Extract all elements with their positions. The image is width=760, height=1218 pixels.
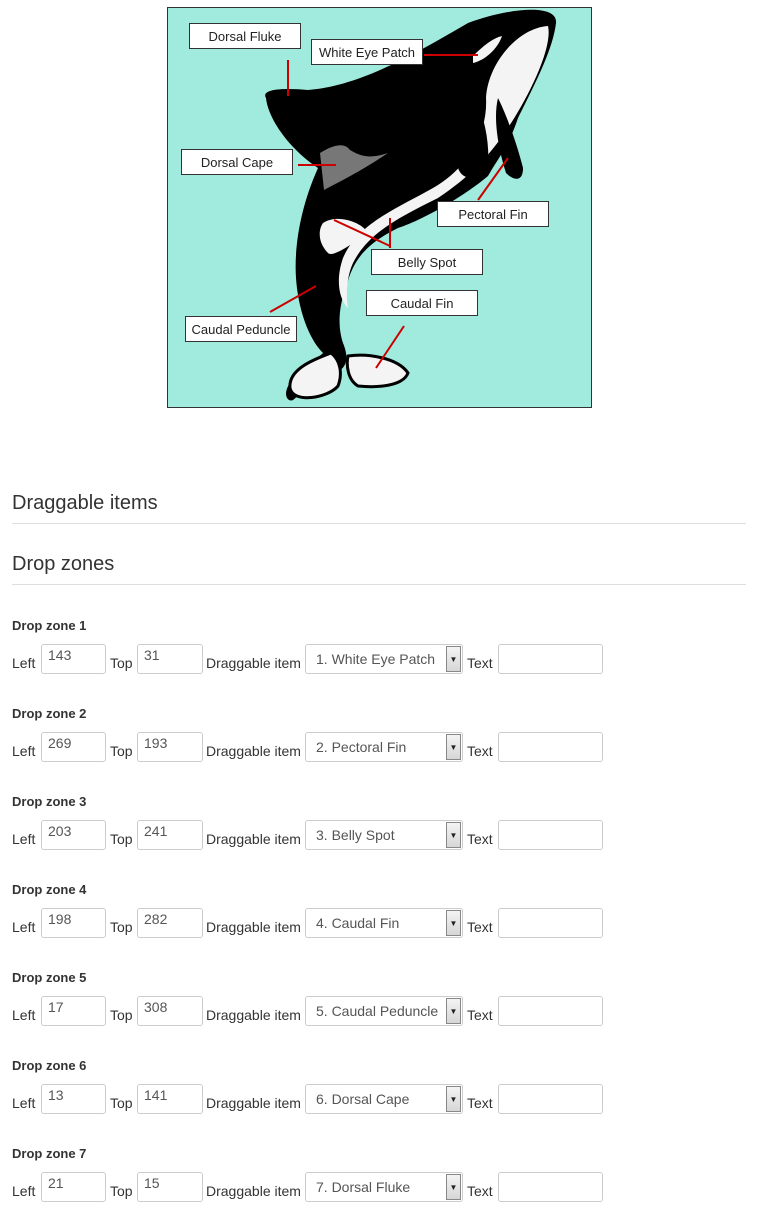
top-input[interactable] <box>137 820 203 850</box>
text-input[interactable] <box>498 996 603 1026</box>
left-label: Left <box>12 1007 36 1023</box>
drop-zone-row: Left Top Draggable item 6. Dorsal Cape ▼… <box>12 1084 752 1114</box>
drop-zone-title: Drop zone 3 <box>12 794 87 809</box>
chevron-down-icon[interactable]: ▼ <box>446 998 461 1024</box>
left-label: Left <box>12 1183 36 1199</box>
draggable-item-label: Draggable item <box>206 655 301 671</box>
drop-zone-row: Left Top Draggable item 1. White Eye Pat… <box>12 644 752 674</box>
drop-zone-row: Left Top Draggable item 3. Belly Spot ▼ … <box>12 820 752 850</box>
top-input[interactable] <box>137 1084 203 1114</box>
draggable-item-select[interactable]: 2. Pectoral Fin ▼ <box>305 732 463 762</box>
label-caudal-peduncle[interactable]: Caudal Peduncle <box>185 316 297 342</box>
drop-zone-row: Left Top Draggable item 4. Caudal Fin ▼ … <box>12 908 752 938</box>
left-label: Left <box>12 919 36 935</box>
chevron-down-icon[interactable]: ▼ <box>446 910 461 936</box>
text-label: Text <box>467 655 493 671</box>
drop-zone-row: Left Top Draggable item 7. Dorsal Fluke … <box>12 1172 752 1202</box>
drop-zone-title: Drop zone 4 <box>12 882 87 897</box>
label-dorsal-fluke[interactable]: Dorsal Fluke <box>189 23 301 49</box>
label-white-eye-patch[interactable]: White Eye Patch <box>311 39 423 65</box>
chevron-down-icon[interactable]: ▼ <box>446 1086 461 1112</box>
chevron-down-icon[interactable]: ▼ <box>446 822 461 848</box>
left-input[interactable] <box>41 908 106 938</box>
orca-diagram-preview: Dorsal Fluke White Eye Patch Dorsal Cape… <box>167 7 592 408</box>
drop-zone-title: Drop zone 7 <box>12 1146 87 1161</box>
text-label: Text <box>467 1095 493 1111</box>
top-input[interactable] <box>137 732 203 762</box>
draggable-item-value: 1. White Eye Patch <box>316 651 436 667</box>
drop-zones-heading: Drop zones <box>12 553 746 585</box>
left-label: Left <box>12 831 36 847</box>
text-input[interactable] <box>498 1172 603 1202</box>
text-label: Text <box>467 1183 493 1199</box>
text-input[interactable] <box>498 644 603 674</box>
top-label: Top <box>110 919 133 935</box>
text-label: Text <box>467 919 493 935</box>
draggable-item-select[interactable]: 4. Caudal Fin ▼ <box>305 908 463 938</box>
chevron-down-icon[interactable]: ▼ <box>446 734 461 760</box>
draggable-item-label: Draggable item <box>206 1183 301 1199</box>
top-input[interactable] <box>137 644 203 674</box>
draggable-item-value: 2. Pectoral Fin <box>316 739 407 755</box>
text-label: Text <box>467 743 493 759</box>
draggable-item-label: Draggable item <box>206 1095 301 1111</box>
top-input[interactable] <box>137 1172 203 1202</box>
draggable-item-label: Draggable item <box>206 831 301 847</box>
draggable-item-value: 4. Caudal Fin <box>316 915 400 931</box>
drop-zone-row: Left Top Draggable item 5. Caudal Pedunc… <box>12 996 752 1026</box>
top-input[interactable] <box>137 908 203 938</box>
draggable-item-label: Draggable item <box>206 743 301 759</box>
draggable-item-value: 3. Belly Spot <box>316 827 395 843</box>
top-input[interactable] <box>137 996 203 1026</box>
chevron-down-icon[interactable]: ▼ <box>446 1174 461 1200</box>
left-input[interactable] <box>41 996 106 1026</box>
draggable-item-value: 5. Caudal Peduncle <box>316 1003 439 1019</box>
left-input[interactable] <box>41 1172 106 1202</box>
draggable-item-label: Draggable item <box>206 919 301 935</box>
left-label: Left <box>12 743 36 759</box>
drop-zone-title: Drop zone 5 <box>12 970 87 985</box>
text-input[interactable] <box>498 1084 603 1114</box>
label-caudal-fin[interactable]: Caudal Fin <box>366 290 478 316</box>
tail-fluke-left <box>288 351 342 400</box>
draggable-item-value: 7. Dorsal Fluke <box>316 1179 411 1195</box>
left-input[interactable] <box>41 644 106 674</box>
draggable-item-select[interactable]: 7. Dorsal Fluke ▼ <box>305 1172 463 1202</box>
drop-zone-title: Drop zone 2 <box>12 706 87 721</box>
draggable-item-select[interactable]: 6. Dorsal Cape ▼ <box>305 1084 463 1114</box>
drop-zone-row: Left Top Draggable item 2. Pectoral Fin … <box>12 732 752 762</box>
text-input[interactable] <box>498 908 603 938</box>
left-input[interactable] <box>41 732 106 762</box>
draggable-item-select[interactable]: 3. Belly Spot ▼ <box>305 820 463 850</box>
top-label: Top <box>110 1007 133 1023</box>
text-input[interactable] <box>498 820 603 850</box>
top-label: Top <box>110 1183 133 1199</box>
draggable-item-label: Draggable item <box>206 1007 301 1023</box>
drop-zone-title: Drop zone 1 <box>12 618 87 633</box>
left-label: Left <box>12 1095 36 1111</box>
chevron-down-icon[interactable]: ▼ <box>446 646 461 672</box>
top-label: Top <box>110 655 133 671</box>
text-label: Text <box>467 1007 493 1023</box>
drop-zone-title: Drop zone 6 <box>12 1058 87 1073</box>
draggable-item-value: 6. Dorsal Cape <box>316 1091 410 1107</box>
draggable-items-heading: Draggable items <box>12 492 746 524</box>
label-pectoral-fin[interactable]: Pectoral Fin <box>437 201 549 227</box>
tail-fluke-right <box>345 353 410 389</box>
draggable-item-select[interactable]: 5. Caudal Peduncle ▼ <box>305 996 463 1026</box>
top-label: Top <box>110 1095 133 1111</box>
label-dorsal-cape[interactable]: Dorsal Cape <box>181 149 293 175</box>
left-input[interactable] <box>41 820 106 850</box>
label-belly-spot[interactable]: Belly Spot <box>371 249 483 275</box>
left-label: Left <box>12 655 36 671</box>
text-label: Text <box>467 831 493 847</box>
text-input[interactable] <box>498 732 603 762</box>
left-input[interactable] <box>41 1084 106 1114</box>
top-label: Top <box>110 743 133 759</box>
draggable-item-select[interactable]: 1. White Eye Patch ▼ <box>305 644 463 674</box>
top-label: Top <box>110 831 133 847</box>
